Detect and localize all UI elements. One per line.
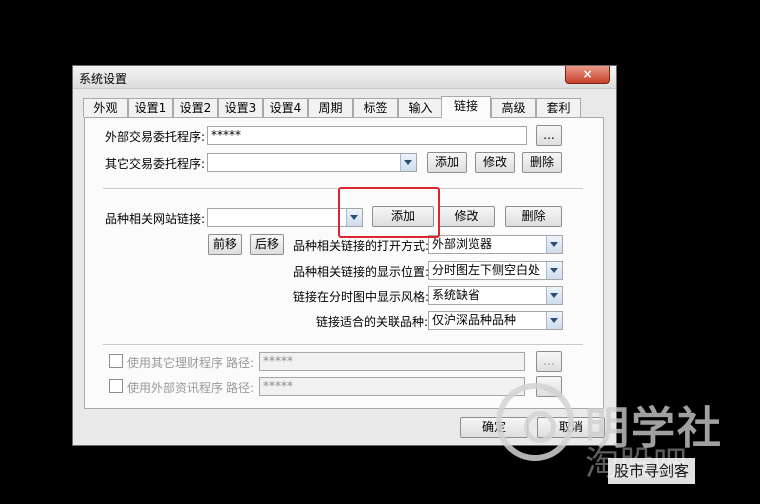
website-edit-button[interactable]: 修改 <box>438 206 495 227</box>
tab-settings3[interactable]: 设置3 <box>218 98 263 117</box>
display-position-value: 分时图左下侧空白处 <box>432 263 541 277</box>
chevron-down-icon[interactable] <box>546 287 562 304</box>
tab-input[interactable]: 输入 <box>398 98 443 117</box>
move-up-button[interactable]: 前移 <box>208 234 242 255</box>
news-path-input[interactable]: ***** <box>259 377 525 396</box>
finance-path-input[interactable]: ***** <box>259 352 525 371</box>
tab-advanced[interactable]: 高级 <box>491 98 536 117</box>
trade-delete-button[interactable]: 删除 <box>522 152 562 173</box>
finance-path-label: 路径: <box>226 356 255 370</box>
tab-appearance[interactable]: 外观 <box>83 98 128 117</box>
divider <box>103 344 583 346</box>
finance-browse-button[interactable]: ... <box>536 351 562 372</box>
highlight-box <box>338 187 440 238</box>
watermark-source: 股市寻剑客 <box>608 458 696 484</box>
trade-add-button[interactable]: 添加 <box>427 152 467 173</box>
related-symbol-label: 链接适合的关联品种: <box>316 315 429 329</box>
open-method-value: 外部浏览器 <box>432 237 493 251</box>
related-symbol-value: 仅沪深品种品种 <box>432 313 517 327</box>
external-trade-browse-button[interactable]: ... <box>536 125 562 146</box>
use-finance-program-checkbox[interactable] <box>109 354 123 368</box>
close-button[interactable]: × <box>565 66 610 84</box>
website-delete-button[interactable]: 删除 <box>505 206 562 227</box>
display-style-label: 链接在分时图中显示风格: <box>293 290 430 304</box>
tab-links[interactable]: 链接 <box>441 96 491 118</box>
other-trade-label: 其它交易委托程序: <box>105 157 206 171</box>
tab-tags[interactable]: 标签 <box>353 98 398 117</box>
tab-settings2[interactable]: 设置2 <box>173 98 218 117</box>
use-finance-program-label: 使用其它理财程序 <box>127 356 224 370</box>
tab-settings4[interactable]: 设置4 <box>263 98 308 117</box>
use-news-program-label: 使用外部资讯程序 <box>127 381 224 395</box>
chevron-down-icon[interactable] <box>546 262 562 279</box>
tab-period[interactable]: 周期 <box>308 98 353 117</box>
display-position-label: 品种相关链接的显示位置: <box>293 265 430 279</box>
tab-settings1[interactable]: 设置1 <box>128 98 173 117</box>
chevron-down-icon[interactable] <box>546 236 562 253</box>
display-position-combo[interactable]: 分时图左下侧空白处 <box>428 261 563 280</box>
display-style-combo[interactable]: 系统缺省 <box>428 286 563 305</box>
display-style-value: 系统缺省 <box>432 288 481 302</box>
title-bar[interactable]: 系统设置 × <box>73 66 616 89</box>
related-symbol-combo[interactable]: 仅沪深品种品种 <box>428 311 563 330</box>
open-method-label: 品种相关链接的打开方式: <box>293 239 430 253</box>
news-path-label: 路径: <box>226 381 255 395</box>
website-link-label: 品种相关网站链接: <box>105 212 206 226</box>
watermark-logo-icon <box>496 383 574 461</box>
other-trade-combo[interactable] <box>207 153 417 172</box>
chevron-down-icon[interactable] <box>546 312 562 329</box>
open-method-combo[interactable]: 外部浏览器 <box>428 235 563 254</box>
tab-arbitrage[interactable]: 套利 <box>536 98 581 117</box>
use-news-program-checkbox[interactable] <box>109 379 123 393</box>
window-title: 系统设置 <box>79 72 128 86</box>
move-down-button[interactable]: 后移 <box>250 234 284 255</box>
chevron-down-icon[interactable] <box>400 154 416 171</box>
external-trade-input[interactable]: ***** <box>207 126 527 145</box>
external-trade-label: 外部交易委托程序: <box>105 130 206 144</box>
links-panel: 外部交易委托程序: ***** ... 其它交易委托程序: 添加 修改 删除 品… <box>84 117 604 409</box>
trade-edit-button[interactable]: 修改 <box>475 152 515 173</box>
